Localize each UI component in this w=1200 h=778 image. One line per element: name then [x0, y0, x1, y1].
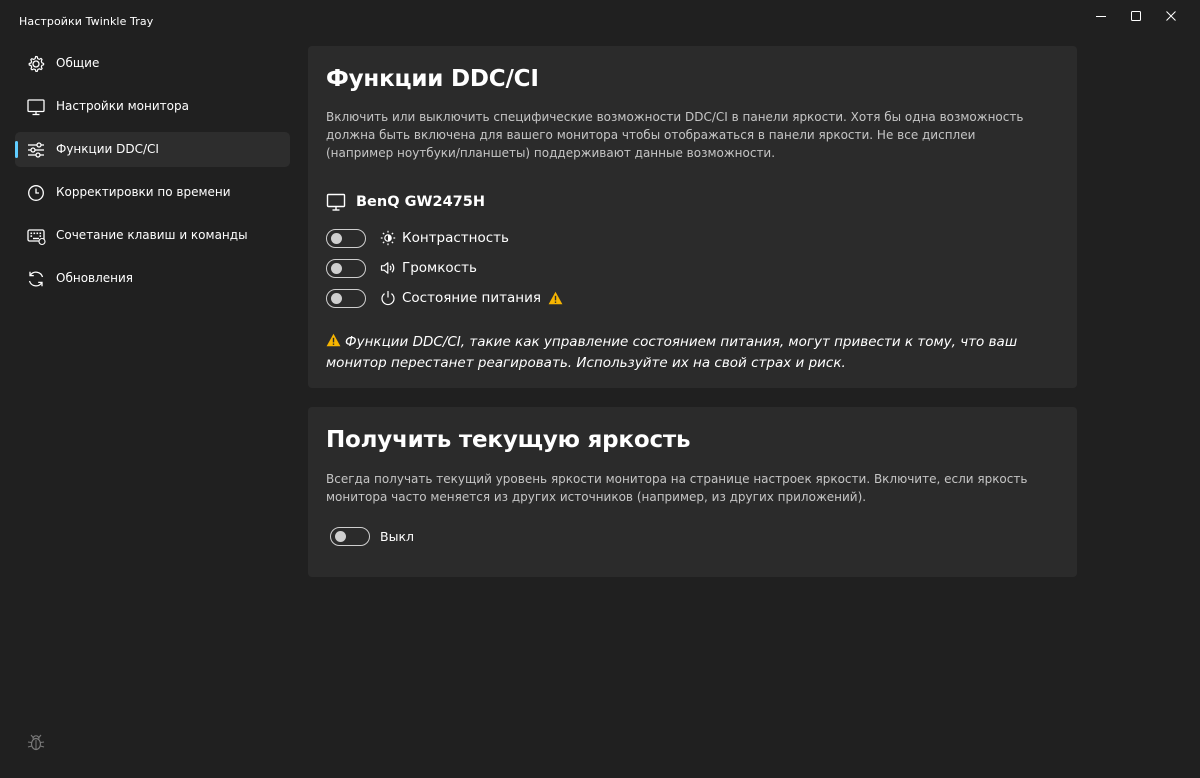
sidebar-item-label: Общие — [56, 56, 100, 70]
feature-row-volume: Громкость — [326, 258, 477, 278]
keyboard-icon — [27, 229, 46, 246]
sidebar-item-monitor-settings[interactable]: Настройки монитора — [15, 89, 290, 124]
sidebar-item-label: Корректировки по времени — [56, 185, 231, 199]
feature-label: Контрастность — [402, 230, 509, 246]
monitor-icon — [326, 193, 346, 211]
warning-icon — [326, 333, 341, 347]
title-bar: Настройки Twinkle Tray — [0, 0, 1200, 32]
close-button[interactable] — [1148, 0, 1194, 32]
volume-icon — [380, 262, 395, 274]
current-brightness-toggle[interactable] — [330, 526, 370, 546]
ddc-warning: Функции DDC/CI, такие как управление сос… — [326, 332, 1066, 374]
brightness-description: Всегда получать текущий уровень яркости … — [326, 472, 1028, 504]
ddc-section-title: Функции DDC/CI — [326, 66, 539, 92]
sidebar: Общие Настройки монитора Функции DDC/CI — [0, 40, 300, 778]
ddc-warning-text: Функции DDC/CI, такие как управление сос… — [326, 334, 1018, 371]
sidebar-item-label: Обновления — [56, 271, 134, 285]
ddc-description: Включить или выключить специфические воз… — [326, 110, 1024, 160]
feature-label: Громкость — [402, 260, 477, 276]
feature-row-contrast: Контрастность — [326, 228, 509, 248]
sliders-icon — [28, 142, 44, 158]
contrast-toggle[interactable] — [326, 228, 366, 248]
close-icon — [1166, 11, 1176, 21]
feature-label: Состояние питания — [402, 290, 542, 306]
sidebar-item-label: Функции DDC/CI — [56, 142, 159, 156]
minimize-icon — [1096, 16, 1106, 17]
sidebar-item-updates[interactable]: Обновления — [15, 261, 290, 296]
toggle-knob — [335, 530, 346, 542]
toggle-state-label: Выкл — [380, 528, 414, 544]
brightness-section-title: Получить текущую яркость — [326, 427, 691, 453]
toggle-knob — [331, 262, 342, 274]
maximize-icon — [1131, 11, 1141, 21]
settings-window: Настройки Twinkle Tray Общие Настройки м… — [0, 0, 1200, 778]
sidebar-item-ddc-features[interactable]: Функции DDC/CI — [15, 132, 290, 167]
sidebar-item-hotkeys[interactable]: Сочетание клавиш и команды — [15, 218, 290, 253]
sidebar-item-label: Сочетание клавиш и команды — [56, 228, 248, 242]
toggle-knob — [331, 232, 342, 244]
sidebar-item-time-adjustments[interactable]: Корректировки по времени — [15, 175, 290, 210]
toggle-knob — [331, 292, 342, 304]
ddc-features-panel: Функции DDC/CI Включить или выключить сп… — [308, 46, 1077, 388]
power-state-toggle[interactable] — [326, 288, 366, 308]
active-indicator — [15, 141, 18, 158]
gear-icon — [28, 55, 45, 72]
clock-icon — [28, 185, 44, 201]
warning-icon — [548, 291, 563, 305]
current-brightness-panel: Получить текущую яркость Всегда получать… — [308, 407, 1077, 577]
monitor-header: BenQ GW2475H — [326, 191, 485, 213]
sidebar-item-label: Настройки монитора — [56, 99, 189, 113]
monitor-name: BenQ GW2475H — [356, 194, 485, 210]
monitor-icon — [27, 99, 45, 116]
power-icon — [381, 291, 395, 306]
bug-icon[interactable] — [27, 732, 45, 752]
feature-row-power-state: Состояние питания — [326, 288, 563, 308]
sidebar-item-general[interactable]: Общие — [15, 46, 290, 81]
volume-toggle[interactable] — [326, 258, 366, 278]
window-title: Настройки Twinkle Tray — [19, 15, 154, 28]
contrast-icon — [380, 230, 396, 246]
brightness-toggle-row: Выкл — [330, 526, 414, 546]
refresh-icon — [28, 271, 44, 287]
